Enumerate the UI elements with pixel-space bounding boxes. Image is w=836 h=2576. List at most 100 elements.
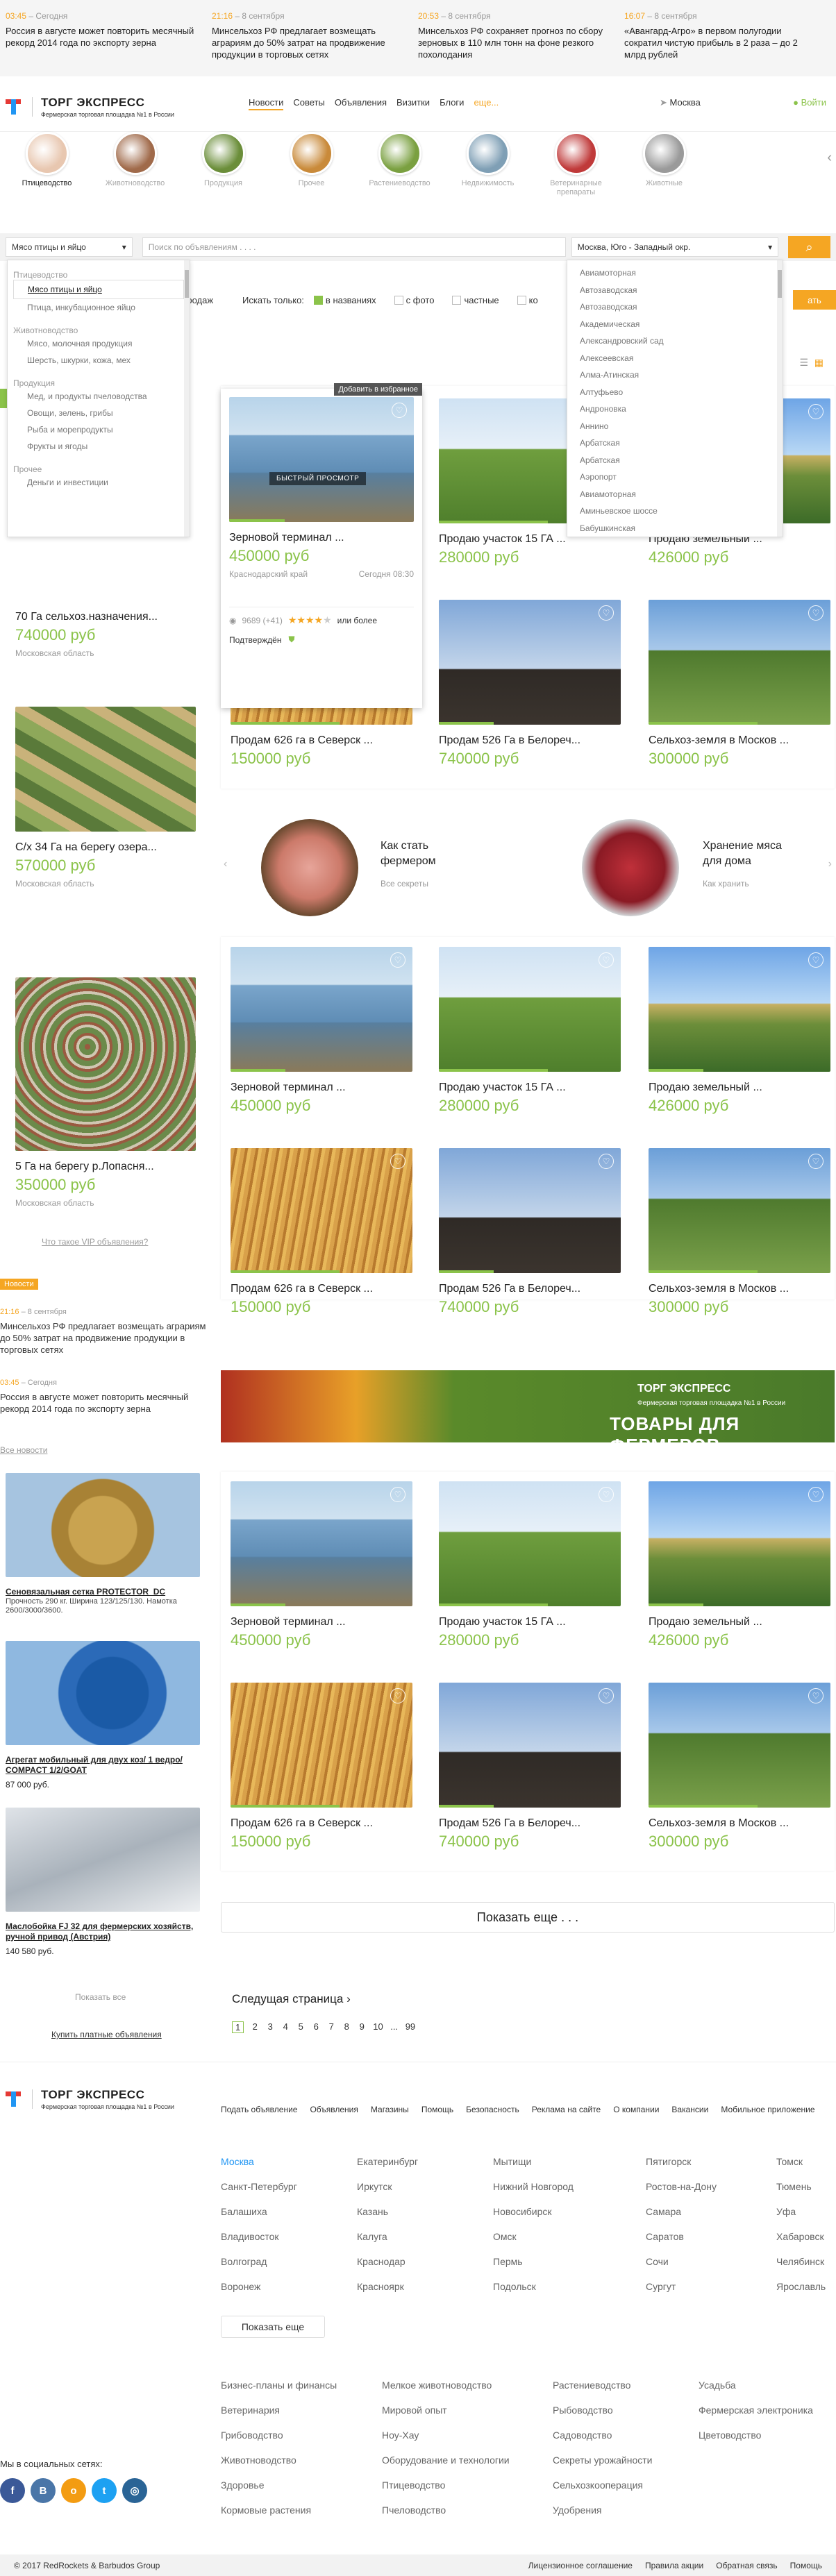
page-link[interactable]: 99: [406, 2021, 415, 2033]
dropdown-item[interactable]: Шерсть, шкурки, кожа, мех: [13, 352, 184, 369]
page-link[interactable]: 6: [312, 2021, 320, 2033]
page-link[interactable]: 3: [266, 2021, 274, 2033]
news-strip-item[interactable]: 21:16 – 8 сентября Минсельхоз РФ предлага…: [212, 11, 418, 76]
listing-card[interactable]: ♡ Продам 526 Га в Белореч... 740000 руб: [439, 1683, 621, 1851]
dropdown-item[interactable]: Мясо птицы и яйцо: [13, 280, 184, 299]
show-more-cities[interactable]: Показать еще: [221, 2316, 325, 2338]
all-news-link[interactable]: Все новости: [0, 1445, 47, 1455]
footer-topic-link[interactable]: Цветоводство: [699, 2423, 813, 2448]
page-link[interactable]: 10: [373, 2021, 383, 2033]
heart-icon[interactable]: ♡: [599, 952, 614, 968]
footer-city-link[interactable]: Санкт-Петербург: [221, 2174, 297, 2199]
bottom-link[interactable]: Обратная связь: [716, 2561, 777, 2570]
dropdown-item[interactable]: Александровский сад: [567, 332, 783, 350]
dropdown-item[interactable]: Деньги и инвестиции: [13, 474, 184, 491]
footer-topic-link[interactable]: Ветеринария: [221, 2398, 337, 2423]
filter-company[interactable]: ко: [517, 295, 538, 305]
search-input[interactable]: Поиск по объявлениям . . . .: [142, 237, 566, 257]
footer-city-link[interactable]: Пятигорск: [646, 2149, 717, 2174]
listing-card[interactable]: ♡ Продаю земельный ... 426000 руб: [649, 947, 830, 1115]
heart-icon[interactable]: ♡: [808, 1487, 824, 1502]
listing-card[interactable]: ♡ Продам 626 га в Северск ... 150000 руб: [231, 1683, 412, 1851]
footer-city-link[interactable]: Челябинск: [776, 2249, 826, 2274]
page-link[interactable]: 5: [296, 2021, 305, 2033]
dropdown-item[interactable]: Академическая: [567, 316, 783, 333]
ad-item[interactable]: Сеновязальная сетка PROTECTOR_DC Прочност…: [6, 1473, 200, 1615]
dropdown-item[interactable]: Фрукты и ягоды: [13, 438, 184, 455]
footer-topic-link[interactable]: Грибоводство: [221, 2423, 337, 2448]
heart-icon[interactable]: ♡: [599, 1688, 614, 1703]
page-link[interactable]: 1: [232, 2021, 244, 2033]
footer-topic-link[interactable]: Садоводство: [553, 2423, 652, 2448]
heart-icon[interactable]: ♡: [599, 1154, 614, 1169]
ad-item[interactable]: Агрегат мобильный для двух коз/ 1 ведро/…: [6, 1641, 200, 1790]
dropdown-item[interactable]: Птица, инкубационное яйцо: [13, 299, 184, 316]
footer-nav-link[interactable]: Безопасность: [466, 2105, 519, 2114]
footer-city-link[interactable]: Новосибирск: [493, 2199, 574, 2224]
city-selector[interactable]: ➤ Москва: [660, 97, 701, 108]
listing-card[interactable]: ♡ Продаю участок 15 ГА ... 280000 руб: [439, 1481, 621, 1649]
heart-icon[interactable]: ♡: [390, 1487, 406, 1502]
search-button[interactable]: ⌕: [788, 236, 830, 258]
footer-topic-link[interactable]: Фермерская электроника: [699, 2398, 813, 2423]
dropdown-item[interactable]: Авиамоторная: [567, 486, 783, 503]
dropdown-item[interactable]: Рыба и морепродукты: [13, 421, 184, 438]
news-strip-item[interactable]: 03:45 – Сегодня Россия в августе может по…: [6, 11, 212, 76]
dropdown-item[interactable]: Алексеевская: [567, 350, 783, 367]
heart-icon[interactable]: ♡: [599, 605, 614, 621]
footer-city-link[interactable]: Саратов: [646, 2224, 717, 2249]
footer-topic-link[interactable]: Оборудование и технологии: [382, 2448, 510, 2473]
heart-icon[interactable]: ♡: [808, 1154, 824, 1169]
category-animals[interactable]: Животные: [620, 132, 708, 201]
footer-city-link[interactable]: Сургут: [646, 2274, 717, 2299]
news-item[interactable]: 03:45 – Сегодня Россия в августе может по…: [0, 1379, 201, 1415]
show-button[interactable]: ать: [793, 290, 836, 310]
dropdown-item[interactable]: Алма-Атинская: [567, 367, 783, 384]
category-products[interactable]: Продукция: [179, 132, 267, 201]
dropdown-item[interactable]: Мясо, молочная продукция: [13, 335, 184, 352]
footer-topic-link[interactable]: Мелкое животноводство: [382, 2373, 510, 2398]
dropdown-item[interactable]: Бабушкинская: [567, 520, 783, 537]
footer-topic-link[interactable]: Усадьба: [699, 2373, 813, 2398]
footer-topic-link[interactable]: Бизнес-планы и финансы: [221, 2373, 337, 2398]
category-livestock[interactable]: Животновод­ство: [91, 132, 179, 201]
facebook-icon[interactable]: f: [0, 2478, 25, 2503]
filter-in-titles[interactable]: в названиях: [313, 295, 376, 305]
bottom-link[interactable]: Правила акции: [645, 2561, 703, 2570]
heart-icon[interactable]: ♡: [808, 952, 824, 968]
footer-topic-link[interactable]: Ноу-Хау: [382, 2423, 510, 2448]
dropdown-item[interactable]: Овощи, зелень, грибы: [13, 405, 184, 421]
heart-icon[interactable]: ♡: [808, 1688, 824, 1703]
dropdown-item[interactable]: Мед, и продукты пчеловодства: [13, 388, 184, 405]
category-realty[interactable]: Недвижимость: [444, 132, 532, 201]
page-link[interactable]: ...: [390, 2021, 399, 2033]
nav-cards[interactable]: Визитки: [396, 97, 430, 110]
nav-ads[interactable]: Объявления: [335, 97, 387, 110]
footer-city-link[interactable]: Хабаровск: [776, 2224, 826, 2249]
show-all-ads[interactable]: Показать все: [75, 1992, 126, 2002]
category-crops[interactable]: Растениевод­ство: [356, 132, 444, 201]
instagram-icon[interactable]: ◎: [122, 2478, 147, 2503]
footer-nav-link[interactable]: Вакансии: [671, 2105, 708, 2114]
footer-city-link[interactable]: Мытищи: [493, 2149, 574, 2174]
chevron-left-icon[interactable]: ‹: [224, 858, 227, 870]
news-item[interactable]: 21:16 – 8 сентября Минсельхоз РФ предлага…: [0, 1308, 208, 1356]
heart-icon[interactable]: ♡: [599, 1487, 614, 1502]
dropdown-item[interactable]: Авиамоторная: [567, 264, 783, 282]
heart-icon[interactable]: ♡: [808, 404, 824, 419]
footer-city-link[interactable]: Томск: [776, 2149, 826, 2174]
ad-item[interactable]: Маслобойка FJ 32 для фермерских хозяйств…: [6, 1808, 200, 1956]
footer-city-link[interactable]: Казань: [357, 2199, 418, 2224]
footer-topic-link[interactable]: Секреты урожайности: [553, 2448, 652, 2473]
category-select[interactable]: Мясо птицы и яйцо ▾: [6, 237, 133, 257]
footer-topic-link[interactable]: Здоровье: [221, 2473, 337, 2498]
dropdown-item[interactable]: Арбатская: [567, 452, 783, 469]
footer-topic-link[interactable]: Животноводство: [221, 2448, 337, 2473]
featured-card[interactable]: Добавить в избранное БЫСТРЫЙ ПРОСМОТР ♡ …: [221, 383, 422, 708]
page-link[interactable]: 7: [327, 2021, 335, 2033]
page-link[interactable]: 2: [251, 2021, 259, 2033]
listing-card[interactable]: ♡ Зерновой терминал ... 450000 руб: [231, 947, 412, 1115]
footer-city-link[interactable]: Пермь: [493, 2249, 574, 2274]
next-page-link[interactable]: Следущая страница ›: [232, 1992, 351, 2006]
footer-nav-link[interactable]: Объявления: [310, 2105, 358, 2114]
